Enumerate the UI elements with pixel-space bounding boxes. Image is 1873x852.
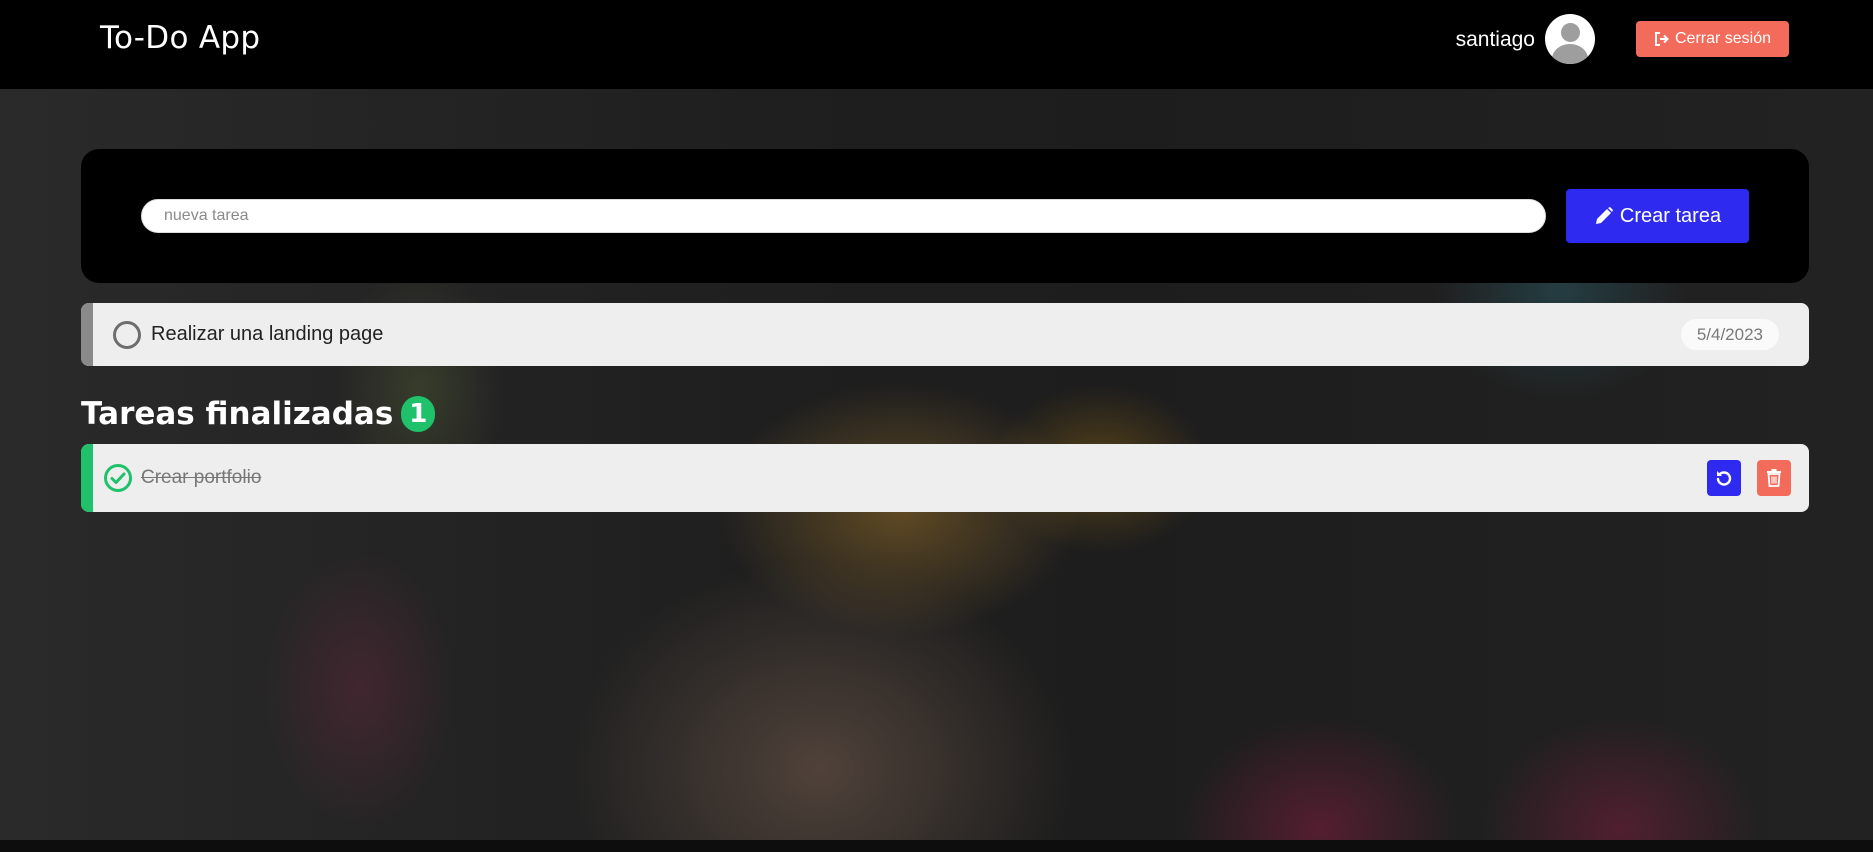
task-status-stripe	[81, 444, 93, 512]
finished-section-title: Tareas finalizadas 1	[81, 396, 436, 432]
logout-label: Cerrar sesión	[1674, 30, 1772, 47]
create-task-button[interactable]: Crear tarea	[1566, 189, 1749, 243]
username: santiago	[1455, 28, 1535, 51]
logout-button[interactable]: Cerrar sesión	[1636, 21, 1789, 57]
undo-icon	[1716, 471, 1732, 486]
pending-task-item: Realizar una landing page 5/4/2023	[81, 303, 1809, 366]
trash-icon	[1767, 469, 1781, 487]
app-title: To-Do App	[100, 20, 261, 56]
delete-task-button[interactable]	[1757, 460, 1791, 496]
navbar: To-Do App santiago Cerrar sesión	[0, 0, 1873, 89]
circle-icon[interactable]	[113, 321, 141, 349]
footer-strip	[0, 840, 1873, 852]
task-status-stripe	[81, 303, 93, 366]
finished-count-badge: 1	[401, 396, 436, 432]
finished-task-text: Crear portfolio	[141, 467, 262, 488]
task-text: Realizar una landing page	[151, 323, 384, 345]
task-date-badge: 5/4/2023	[1680, 319, 1779, 350]
sign-out-icon	[1654, 32, 1669, 46]
finished-task-item: Crear portfolio	[81, 444, 1809, 512]
check-circle-icon[interactable]	[103, 463, 133, 493]
new-task-input[interactable]	[141, 199, 1546, 233]
restore-task-button[interactable]	[1707, 460, 1741, 496]
create-task-card: Crear tarea	[81, 149, 1809, 283]
pencil-icon	[1595, 207, 1613, 224]
user-avatar-icon[interactable]	[1545, 14, 1595, 64]
finished-title-text: Tareas finalizadas	[81, 396, 394, 432]
create-task-label: Crear tarea	[1619, 204, 1722, 227]
